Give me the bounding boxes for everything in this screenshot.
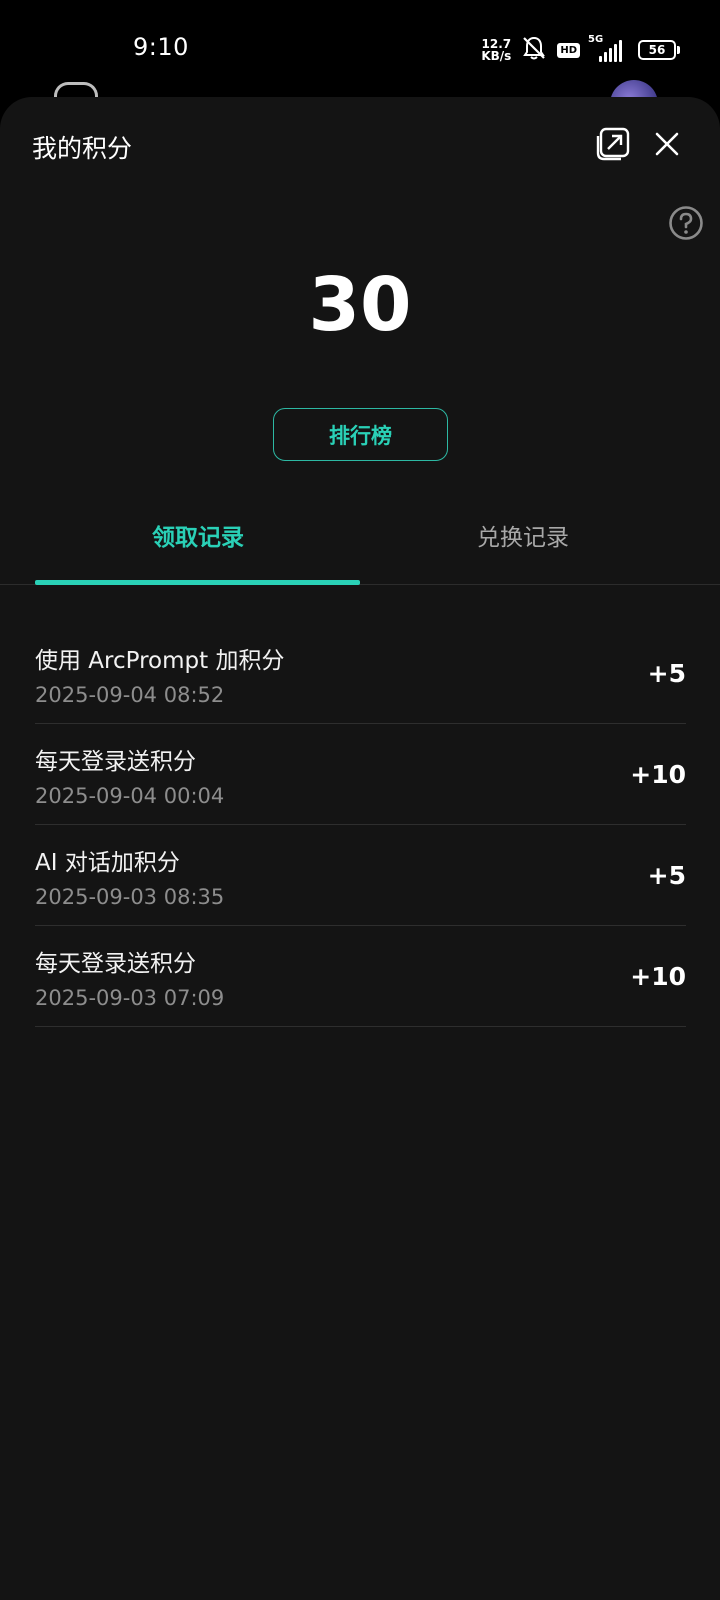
signal-bar <box>599 56 602 62</box>
close-icon[interactable] <box>650 127 684 161</box>
open-external-icon[interactable] <box>596 127 630 161</box>
mute-bell-icon <box>520 34 548 66</box>
tab-redeem-records[interactable]: 兑换记录 <box>360 512 686 585</box>
battery-icon: 56 <box>638 40 680 60</box>
record-list: 使用 ArcPrompt 加积分 2025-09-04 08:52 +5 每天登… <box>35 623 686 1027</box>
help-icon[interactable] <box>668 205 704 241</box>
record-time: 2025-09-04 00:04 <box>35 784 225 808</box>
tab-claim-records[interactable]: 领取记录 <box>35 512 361 585</box>
record-points: +10 <box>630 962 686 991</box>
network-speed-unit: KB/s <box>481 49 512 63</box>
sheet-title: 我的积分 <box>32 134 133 163</box>
hd-badge: HD <box>557 42 580 58</box>
active-tab-indicator <box>35 580 360 585</box>
record-time: 2025-09-03 07:09 <box>35 986 225 1010</box>
status-bar: 9:10 12.7 KB/s HD 5G 56 <box>0 0 720 100</box>
battery-level: 56 <box>638 40 676 60</box>
signal-bar <box>614 44 617 62</box>
points-sheet: 我的积分 30 排行榜 领取记录 兑换记录 使用 ArcPrompt 加积分 2… <box>0 97 720 1600</box>
status-icons: 12.7 KB/s HD 5G 56 <box>481 34 680 66</box>
ranking-button[interactable]: 排行榜 <box>273 408 448 461</box>
list-item: 每天登录送积分 2025-09-03 07:09 +10 <box>35 926 686 1027</box>
list-item: AI 对话加积分 2025-09-03 08:35 +5 <box>35 825 686 926</box>
signal-bar <box>609 48 612 62</box>
signal-bar <box>619 40 622 62</box>
record-time: 2025-09-04 08:52 <box>35 683 225 707</box>
signal-type-label: 5G <box>588 34 604 45</box>
record-points: +5 <box>647 861 686 890</box>
record-title: 每天登录送积分 <box>35 749 196 775</box>
record-points: +10 <box>630 760 686 789</box>
list-item: 使用 ArcPrompt 加积分 2025-09-04 08:52 +5 <box>35 623 686 724</box>
record-time: 2025-09-03 08:35 <box>35 885 225 909</box>
status-time: 9:10 <box>133 33 189 61</box>
record-points: +5 <box>647 659 686 688</box>
record-title: AI 对话加积分 <box>35 850 180 876</box>
record-title: 每天登录送积分 <box>35 951 196 977</box>
record-tabs: 领取记录 兑换记录 <box>0 512 720 585</box>
signal-strength-icon: 5G <box>588 34 629 62</box>
network-speed: 12.7 KB/s <box>481 38 511 62</box>
list-item: 每天登录送积分 2025-09-04 00:04 +10 <box>35 724 686 825</box>
points-total: 30 <box>308 262 412 348</box>
signal-bar <box>604 52 607 62</box>
record-title: 使用 ArcPrompt 加积分 <box>35 648 285 674</box>
